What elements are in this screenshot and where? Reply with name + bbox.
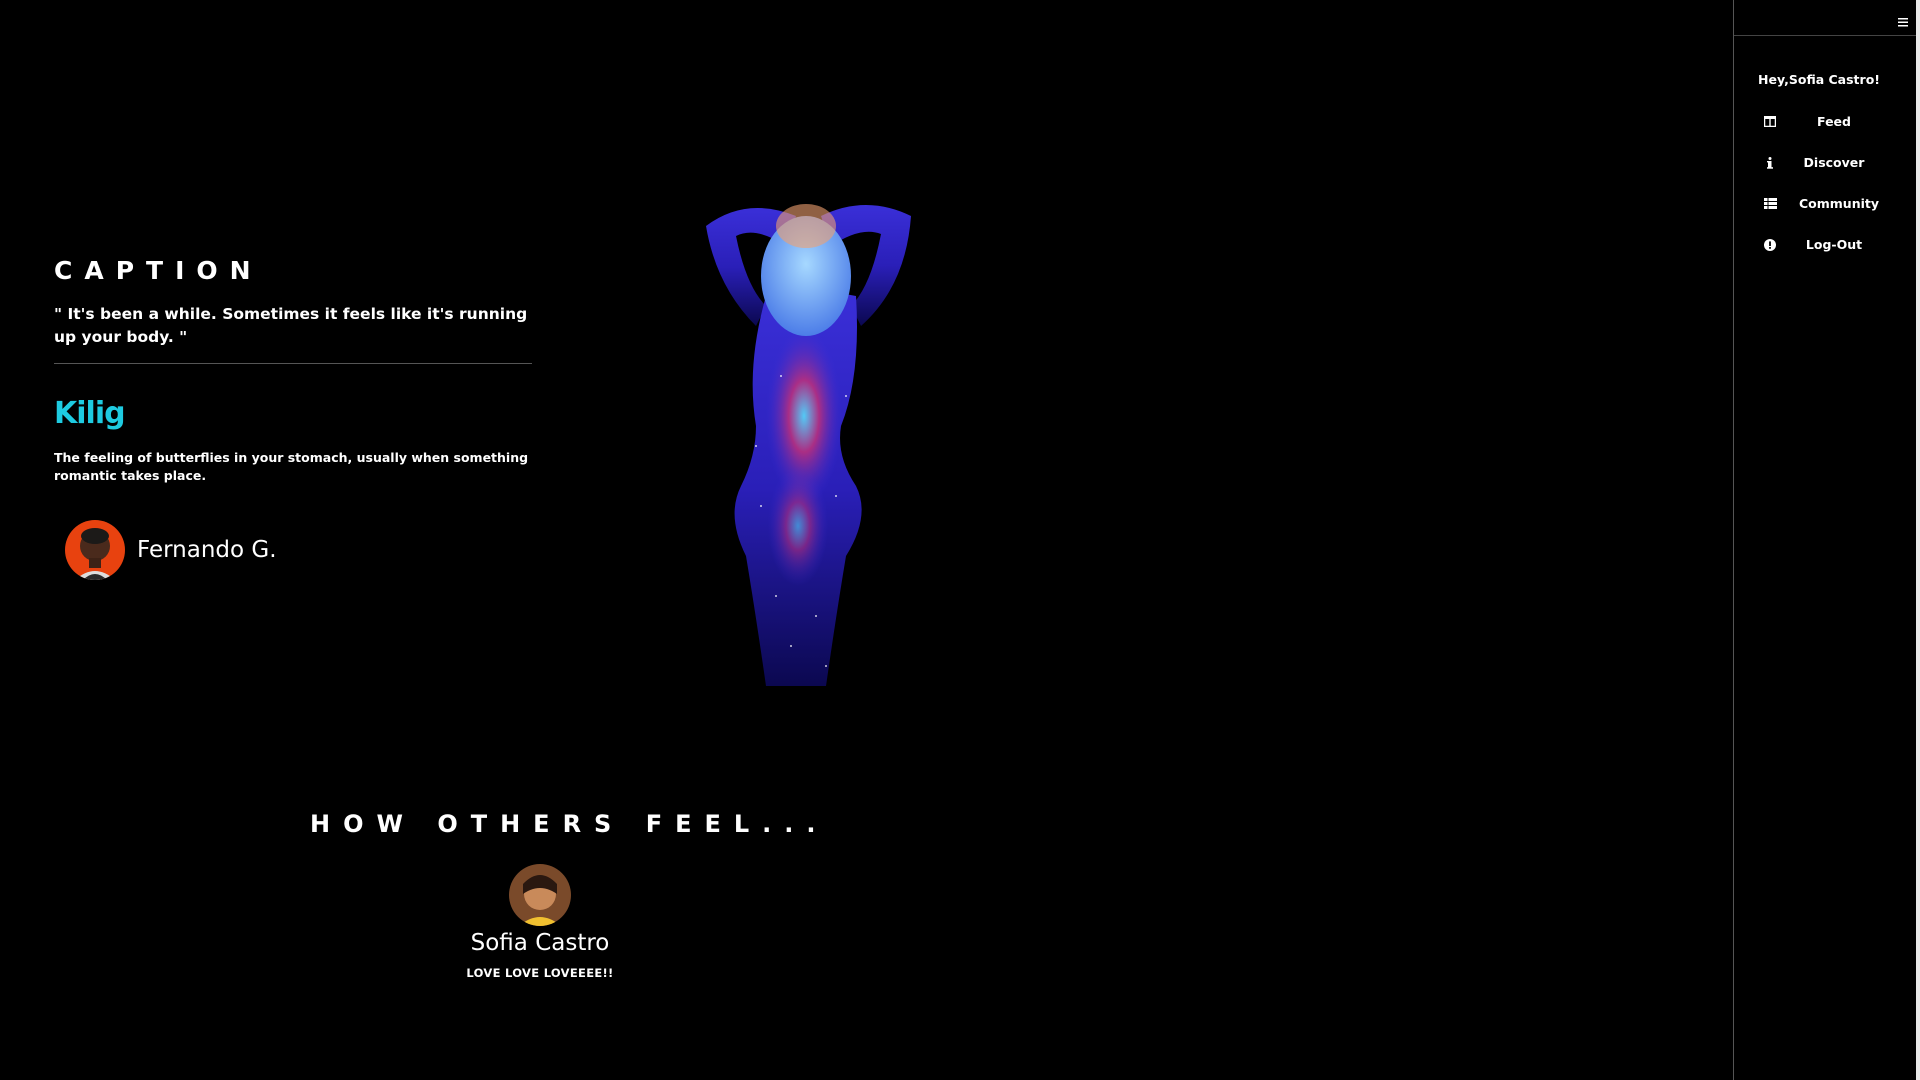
body-art-image [686, 196, 926, 696]
caption-divider [54, 363, 532, 364]
sidebar: Hey,Sofia Castro! Feed Discover Communit… [1733, 0, 1920, 1080]
app-root: CAPTION " It's been a while. Sometimes i… [0, 0, 1920, 1080]
commenter-avatar[interactable] [509, 864, 571, 926]
caption-quote: " It's been a while. Sometimes it feels … [54, 305, 528, 346]
sidebar-item-label: Log-Out [1805, 237, 1863, 252]
word-definition: The feeling of butterflies in your stoma… [54, 450, 529, 483]
sidebar-item-label: Feed [1817, 114, 1851, 129]
scrollbar-track[interactable] [1916, 0, 1920, 1080]
author-avatar[interactable] [65, 520, 125, 580]
caption-heading: CAPTION [54, 256, 263, 285]
alert-circle-icon [1763, 238, 1777, 252]
caption-section: CAPTION " It's been a while. Sometimes i… [54, 256, 532, 580]
sidebar-item-community[interactable]: Community [1734, 183, 1920, 224]
grid-icon [1763, 197, 1777, 211]
commenter-name[interactable]: Sofia Castro [420, 930, 660, 956]
word-title: Kilig [54, 396, 126, 431]
others-heading: HOW OTHERS FEEL... [310, 810, 829, 838]
sidebar-nav: Feed Discover Community Log-Out [1734, 101, 1920, 265]
comment-card: Sofia Castro LOVE LOVE LOVEEEE!! [420, 864, 660, 980]
sidebar-header [1734, 0, 1920, 36]
sidebar-item-feed[interactable]: Feed [1734, 101, 1920, 142]
sidebar-item-label: Discover [1803, 155, 1865, 170]
sidebar-item-logout[interactable]: Log-Out [1734, 224, 1920, 265]
author-avatar-image [65, 520, 125, 580]
sidebar-item-discover[interactable]: Discover [1734, 142, 1920, 183]
sidebar-greeting: Hey,Sofia Castro! [1758, 72, 1880, 87]
info-icon [1763, 156, 1777, 170]
author[interactable]: Fernando G. [65, 520, 532, 580]
menu-toggle-icon[interactable] [1896, 14, 1910, 28]
feed-icon [1763, 115, 1777, 129]
sidebar-item-label: Community [1799, 196, 1880, 211]
comment-text: LOVE LOVE LOVEEEE!! [466, 966, 614, 980]
author-name[interactable]: Fernando G. [137, 537, 277, 563]
commenter-avatar-image [509, 864, 571, 926]
